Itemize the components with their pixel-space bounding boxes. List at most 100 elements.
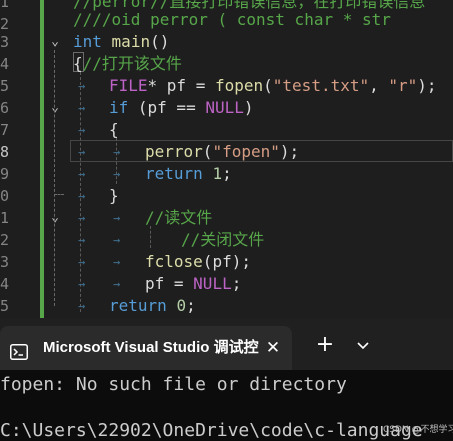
line-number: 6 [0,99,10,117]
code-token: { [73,54,83,73]
tab-marker-icon: → [78,101,86,115]
code-token: = [164,274,194,293]
line-number: 9 [0,165,10,183]
code-token: ; [231,274,242,293]
code-token: ( [202,142,213,161]
code-line-4[interactable]: {//打开该文件 [73,53,182,75]
code-token: ); [231,252,251,271]
tab-marker-icon: → [113,211,121,225]
code-token: = [186,76,215,95]
code-token: () [150,32,170,51]
code-line-12[interactable]: //关闭文件 [181,229,264,251]
tab-marker-icon: → [113,145,121,159]
code-token: ////oid perror ( const char * str [73,10,391,29]
code-token: ); [279,142,300,161]
code-token: "test.txt" [272,76,370,95]
tab-marker-icon: → [78,189,86,203]
code-line-11[interactable]: //读文件 [145,207,212,229]
line-number: 0 [0,187,10,205]
indent-guide [150,226,151,248]
tab-marker-icon: → [78,277,86,291]
tab-marker-icon: → [78,255,86,269]
code-token: NULL [205,98,244,117]
line-number: 3 [0,253,10,271]
code-token: "r" [388,76,418,95]
fold-chevron-icon[interactable]: ⌄ [48,207,62,229]
tab-marker-icon: → [78,299,86,313]
code-token: "fopen" [212,142,280,161]
code-token: ; [222,164,232,183]
tab-title: Microsoft Visual Studio 调试控 [43,339,259,356]
code-token: FILE [109,76,148,95]
fold-chevron-icon[interactable]: ⌄ [48,31,62,53]
code-token: //关闭文件 [181,230,265,249]
line-number: 3 [0,33,10,51]
tab-marker-icon: → [78,211,86,225]
tab-marker-icon: → [78,145,86,159]
code-token: pf [147,98,167,117]
line-number: 5 [0,77,10,95]
line-number-gutter: 1 2 3 4 5 6 7 8 9 0 1 2 3 4 5 [0,0,14,318]
line-number: 4 [0,275,10,293]
code-line-15[interactable]: return 0; [109,295,196,317]
tab-marker-icon: → [78,79,86,93]
code-token: pf [212,252,232,271]
terminal-icon [10,344,28,360]
code-editor[interactable]: 1 2 3 4 5 6 7 8 9 0 1 2 3 4 5 ⌄ ⌄ ⌄ → → … [0,0,453,318]
line-number: 5 [0,297,10,315]
console-output-line: C:\Users\22902\OneDrive\code\c-language [0,420,423,441]
fold-guide-end [54,194,64,195]
code-line-6[interactable]: if (pf == NULL) [109,97,254,119]
code-token: NULL [193,274,232,293]
chevron-down-icon[interactable] [352,334,374,356]
code-token: , [369,76,389,95]
line-number-active: 8 [0,143,10,161]
tab-marker-icon: → [78,123,86,137]
terminal-tab-bar: Microsoft Visual Studio 调试控 ✕ + [0,318,453,370]
code-token: } [109,186,119,205]
code-line-9[interactable]: return 1; [145,163,232,185]
code-line-3[interactable]: int main() [73,31,169,53]
console-output-line: fopen: No such file or directory [0,374,347,395]
code-token: main [111,32,151,51]
new-tab-button[interactable]: + [312,332,338,358]
line-number: 2 [0,231,10,249]
code-line-10[interactable]: } [109,185,119,207]
code-line-2[interactable]: ////oid perror ( const char * str [73,9,391,31]
code-token: return [145,164,203,183]
line-number: 1 [0,0,10,11]
close-icon[interactable]: ✕ [260,334,286,362]
change-tracking-bar [40,0,44,318]
line-number: 1 [0,209,10,227]
code-token: ( [263,76,273,95]
code-token: return [109,296,167,315]
terminal-tab[interactable]: Microsoft Visual Studio 调试控 ✕ [0,326,292,370]
code-line-13[interactable]: fclose(pf); [145,251,251,273]
code-token: ); [417,76,437,95]
code-token: ( [202,252,213,271]
line-number: 7 [0,121,10,139]
code-token: fopen [214,76,264,95]
code-token: if [109,98,129,117]
code-token: ; [186,296,196,315]
code-token: * [147,76,167,95]
code-token: fclose [145,252,203,271]
code-line-8[interactable]: perror("fopen"); [145,141,299,163]
code-line-7[interactable]: { [109,119,119,141]
code-token: { [109,120,119,139]
fold-chevron-icon[interactable]: ⌄ [48,97,62,119]
code-line-14[interactable]: pf = NULL; [145,273,241,295]
tab-marker-icon: → [113,233,121,247]
code-token: //读文件 [145,208,213,227]
tab-marker-icon: → [78,233,86,247]
code-token: pf [166,76,187,95]
watermark: CSDN @不想学习吧 [383,425,453,435]
code-token: 0 [176,296,187,315]
code-token: pf [145,274,165,293]
tab-marker-icon: → [113,167,121,181]
code-line-5[interactable]: FILE* pf = fopen("test.txt", "r"); [109,75,437,97]
tab-marker-icon: → [113,255,121,269]
